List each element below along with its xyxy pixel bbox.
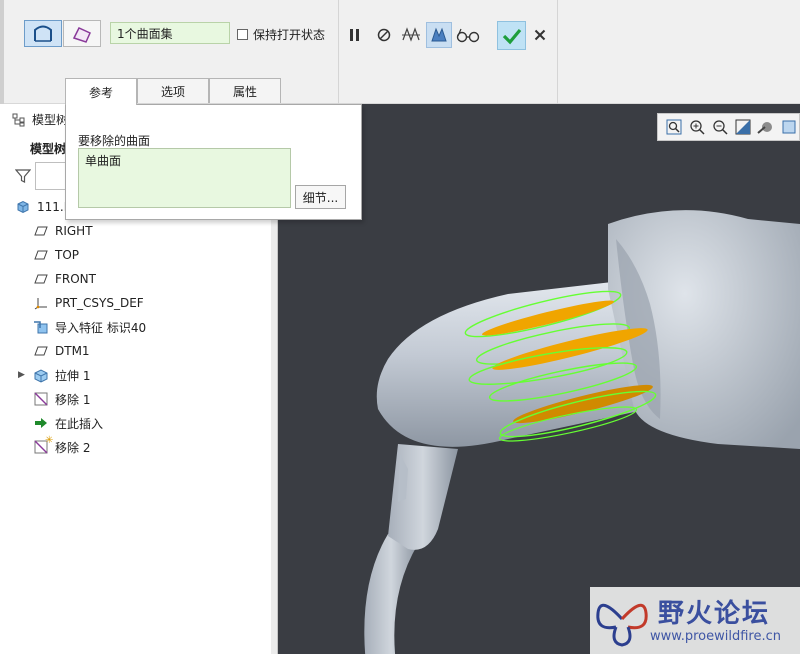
quilt-button[interactable]: [63, 20, 101, 47]
saved-views-button[interactable]: [780, 116, 799, 138]
tree-item-right[interactable]: RIGHT: [33, 220, 93, 242]
forum-logo: [596, 603, 648, 647]
no-preview-icon: [377, 28, 391, 42]
zoom-out-icon: [713, 120, 728, 135]
datum-plane-icon: [33, 247, 49, 263]
tree-item-label: 在此插入: [55, 416, 104, 431]
new-feature-star-icon: ✳: [45, 435, 54, 446]
extrude-icon: [33, 367, 49, 383]
keep-open-option[interactable]: 保持打开状态: [237, 26, 325, 43]
tree-item-front[interactable]: FRONT: [33, 268, 96, 290]
feature-preview-button[interactable]: [426, 22, 452, 48]
cable: [364, 534, 418, 654]
import-feature-icon: [33, 319, 49, 335]
model-tree-subtitle: 模型树: [30, 142, 67, 156]
pause-icon: [350, 29, 359, 41]
remove-icon: [33, 391, 49, 407]
insert-here-icon: [33, 415, 49, 431]
cancel-button[interactable]: [529, 24, 551, 46]
keep-open-checkbox[interactable]: [237, 29, 248, 40]
no-preview-button[interactable]: [371, 22, 397, 48]
watermark-url: www.proewildfire.cn: [650, 629, 781, 644]
surface-collector[interactable]: 1个曲面集: [110, 22, 230, 44]
zoom-in-button[interactable]: [687, 116, 706, 138]
datum-plane-icon: [33, 271, 49, 287]
tree-item-top[interactable]: TOP: [33, 244, 79, 266]
expand-arrow-icon[interactable]: ▶: [18, 370, 28, 380]
dashboard-divider: [557, 0, 558, 104]
tree-item-remove-1[interactable]: 移除 1: [33, 388, 90, 410]
references-panel: 要移除的曲面 单曲面 细节...: [65, 104, 362, 220]
watermark-title: 野火论坛: [658, 599, 771, 629]
surface-set-button[interactable]: [24, 20, 62, 47]
surfaces-to-remove-label: 要移除的曲面: [78, 134, 151, 148]
filter-icon[interactable]: [14, 168, 32, 187]
tree-item-extrude[interactable]: ▶ 拉伸 1: [18, 364, 90, 386]
datum-plane-icon: [33, 343, 49, 359]
pause-button[interactable]: [342, 22, 368, 48]
repaint-icon: [735, 119, 751, 135]
tab-options[interactable]: 选项: [137, 78, 209, 103]
repaint-button[interactable]: [734, 116, 753, 138]
surface-icon: [34, 25, 52, 42]
refit-button[interactable]: [664, 116, 683, 138]
close-icon: [534, 29, 546, 41]
details-button[interactable]: 细节...: [295, 185, 346, 209]
keep-open-label: 保持打开状态: [253, 28, 326, 42]
display-style-button[interactable]: [757, 116, 776, 138]
tree-item-label: RIGHT: [55, 224, 93, 238]
checkmark-icon: [502, 28, 521, 44]
tree-item-label: 移除 1: [55, 392, 91, 407]
tree-icon: [12, 113, 25, 126]
tree-item-label: 导入特征 标识40: [55, 320, 147, 335]
csys-icon: [33, 295, 49, 311]
verify-button[interactable]: [455, 22, 481, 48]
model-tree-header[interactable]: 模型树: [12, 111, 68, 128]
tree-item-label: TOP: [55, 248, 80, 262]
tree-item-csys[interactable]: PRT_CSYS_DEF: [33, 292, 144, 314]
tree-item-label: 移除 2: [55, 440, 91, 455]
tree-item-label: 拉伸 1: [55, 368, 91, 383]
ok-button[interactable]: [497, 21, 526, 50]
tree-item-label: DTM1: [55, 344, 90, 358]
zoom-in-icon: [690, 120, 705, 135]
view-toolbar: [657, 113, 800, 141]
part-icon: [15, 199, 31, 215]
tree-item-import-feature[interactable]: 导入特征 标识40: [33, 316, 146, 338]
tree-item-label: FRONT: [55, 272, 96, 286]
surface-collector-item[interactable]: 单曲面: [85, 154, 121, 168]
feature-preview-icon: [431, 27, 447, 42]
tree-item-dtm1[interactable]: DTM1: [33, 340, 90, 362]
dashboard-edge: [0, 0, 4, 104]
datum-plane-icon: [33, 223, 49, 239]
dashboard-divider: [338, 0, 339, 104]
surfaces-to-remove-collector[interactable]: 单曲面: [78, 148, 291, 208]
tab-references[interactable]: 参考: [65, 78, 137, 105]
remove-icon: ✳: [33, 435, 53, 455]
tree-item-insert-here[interactable]: 在此插入: [33, 412, 103, 434]
model-tree-title: 模型树: [32, 113, 69, 127]
tree-item-remove-2[interactable]: ✳ 移除 2: [33, 435, 91, 458]
shading-icon: [757, 122, 773, 134]
tree-item-label: PRT_CSYS_DEF: [55, 296, 144, 310]
geometry-preview-button[interactable]: [398, 22, 424, 48]
zoom-fit-icon: [666, 119, 682, 135]
saved-views-icon: [782, 120, 796, 134]
geometry-preview-icon: [402, 27, 420, 42]
glasses-icon: [456, 28, 480, 43]
forum-watermark: 野火论坛 www.proewildfire.cn: [590, 587, 800, 654]
tab-properties[interactable]: 属性: [209, 78, 281, 103]
quilt-icon: [72, 26, 91, 43]
zoom-out-button[interactable]: [710, 116, 729, 138]
